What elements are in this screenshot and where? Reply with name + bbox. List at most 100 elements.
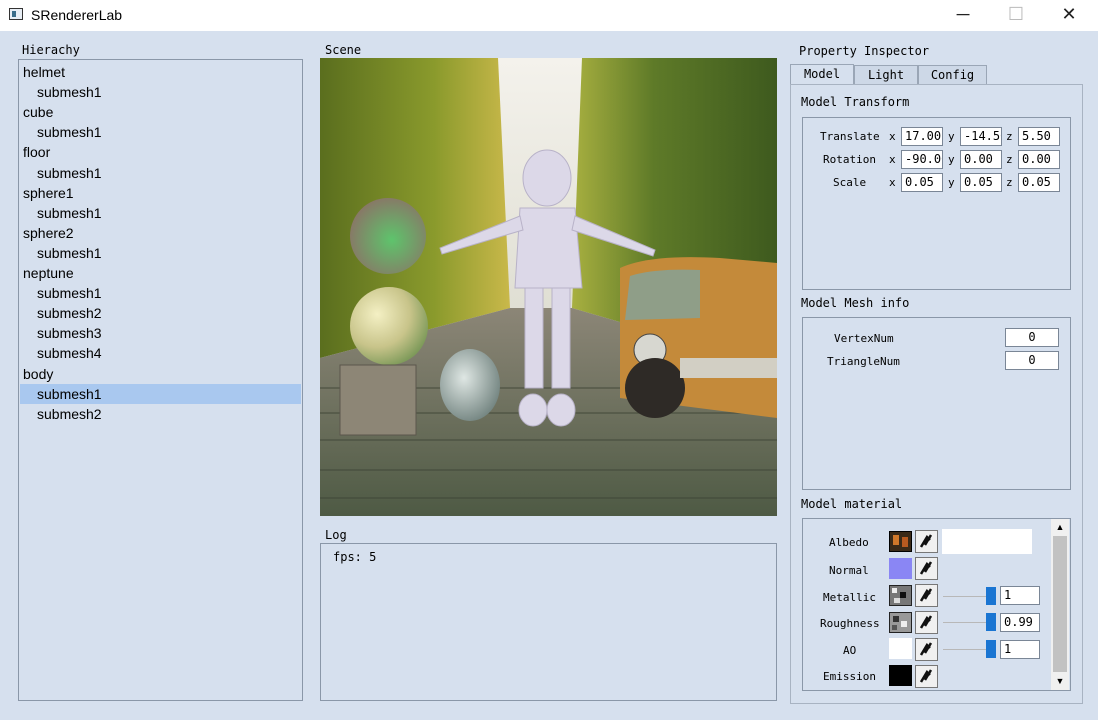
axis-y-label: y bbox=[948, 176, 955, 189]
triangle-num-label: TriangleNum bbox=[827, 355, 900, 368]
hierarchy-title: Hierachy bbox=[22, 43, 80, 57]
tree-item-submesh[interactable]: submesh1 bbox=[20, 203, 301, 223]
axis-y-label: y bbox=[948, 153, 955, 166]
tree-item-model[interactable]: helmet bbox=[20, 62, 301, 82]
tab-config[interactable]: Config bbox=[918, 65, 987, 84]
roughness-load-button[interactable] bbox=[915, 611, 938, 634]
ao-slider-thumb[interactable] bbox=[986, 640, 996, 658]
axis-y-label: y bbox=[948, 130, 955, 143]
log-text: fps: 5 bbox=[333, 550, 377, 564]
axis-x-label: x bbox=[889, 176, 896, 189]
tree-item-model[interactable]: body bbox=[20, 364, 301, 384]
title-bar: SRendererLab ─ ☐ ✕ bbox=[0, 0, 1098, 31]
tree-item-submesh[interactable]: submesh1 bbox=[20, 383, 301, 404]
translate-label: Translate bbox=[820, 130, 880, 143]
ao-load-button[interactable] bbox=[915, 638, 938, 661]
minimize-button[interactable]: ─ bbox=[938, 0, 988, 31]
roughness-label: Roughness bbox=[820, 617, 880, 630]
metallic-texture-icon bbox=[892, 588, 906, 603]
metallic-load-button[interactable] bbox=[915, 584, 938, 607]
normal-load-button[interactable] bbox=[915, 557, 938, 580]
ao-label: AO bbox=[843, 644, 857, 657]
emission-label: Emission bbox=[823, 670, 876, 683]
scroll-thumb[interactable] bbox=[1053, 536, 1067, 672]
tree-item-submesh[interactable]: submesh2 bbox=[20, 404, 301, 424]
vertex-num-label: VertexNum bbox=[834, 332, 894, 345]
albedo-texture-icon bbox=[893, 535, 908, 547]
tree-item-model[interactable]: sphere1 bbox=[20, 183, 301, 203]
albedo-texture-thumb bbox=[889, 531, 912, 552]
triangle-num-field[interactable]: 0 bbox=[1005, 351, 1059, 370]
material-scrollbar[interactable]: ▲ ▼ bbox=[1051, 519, 1069, 690]
ao-texture-thumb bbox=[889, 638, 912, 659]
log-panel[interactable]: fps: 5 bbox=[320, 543, 777, 701]
tree-item-submesh[interactable]: submesh4 bbox=[20, 343, 301, 363]
ao-value-field[interactable]: 1 bbox=[1000, 640, 1040, 659]
scale-y-field[interactable]: 0.05 bbox=[960, 173, 1002, 192]
hierarchy-tree[interactable]: helmet submesh1 cube submesh1 floor submesh1 s… bbox=[18, 59, 303, 701]
roughness-texture-icon bbox=[892, 616, 907, 630]
tree-item-model[interactable]: floor bbox=[20, 142, 301, 162]
scale-x-field[interactable]: 0.05 bbox=[901, 173, 943, 192]
scroll-up-button[interactable]: ▲ bbox=[1051, 519, 1069, 535]
load-texture-icon bbox=[919, 615, 933, 629]
translate-y-field[interactable]: -14.50 bbox=[960, 127, 1002, 146]
albedo-label: Albedo bbox=[829, 536, 869, 549]
axis-x-label: x bbox=[889, 130, 896, 143]
translate-x-field[interactable]: 17.00 bbox=[901, 127, 943, 146]
tree-item-submesh[interactable]: submesh3 bbox=[20, 323, 301, 343]
metallic-slider-thumb[interactable] bbox=[986, 587, 996, 605]
transform-title: Model Transform bbox=[801, 95, 910, 109]
metallic-label: Metallic bbox=[823, 591, 876, 604]
normal-texture-thumb bbox=[889, 558, 912, 579]
window-title: SRendererLab bbox=[31, 7, 123, 23]
albedo-load-button[interactable] bbox=[915, 530, 938, 553]
tree-item-submesh[interactable]: submesh1 bbox=[20, 122, 301, 142]
rotation-x-field[interactable]: -90.00 bbox=[901, 150, 943, 169]
app-icon bbox=[9, 8, 23, 20]
load-texture-icon bbox=[919, 588, 933, 602]
translate-z-field[interactable]: 5.50 bbox=[1018, 127, 1060, 146]
roughness-slider-thumb[interactable] bbox=[985, 613, 996, 631]
rotation-label: Rotation bbox=[823, 153, 876, 166]
metallic-texture-thumb bbox=[889, 585, 912, 606]
metallic-value-field[interactable]: 1 bbox=[1000, 586, 1040, 605]
tree-item-submesh[interactable]: submesh2 bbox=[20, 303, 301, 323]
scene-viewport[interactable] bbox=[320, 58, 777, 516]
roughness-value-field[interactable]: 0.99 bbox=[1000, 613, 1040, 632]
tab-model[interactable]: Model bbox=[790, 64, 854, 85]
axis-z-label: z bbox=[1006, 153, 1013, 166]
scene-title: Scene bbox=[325, 43, 362, 57]
tree-item-model[interactable]: sphere2 bbox=[20, 223, 301, 243]
tab-light[interactable]: Light bbox=[854, 65, 918, 84]
log-title: Log bbox=[325, 528, 347, 542]
tree-item-model[interactable]: cube bbox=[20, 102, 301, 122]
close-button[interactable]: ✕ bbox=[1044, 0, 1094, 31]
tree-item-submesh[interactable]: submesh1 bbox=[20, 82, 301, 102]
tree-item-submesh[interactable]: submesh1 bbox=[20, 163, 301, 183]
vertex-num-field[interactable]: 0 bbox=[1005, 328, 1059, 347]
emission-load-button[interactable] bbox=[915, 665, 938, 688]
axis-x-label: x bbox=[889, 153, 896, 166]
axis-z-label: z bbox=[1006, 130, 1013, 143]
tree-item-submesh[interactable]: submesh1 bbox=[20, 283, 301, 303]
rotation-z-field[interactable]: 0.00 bbox=[1018, 150, 1060, 169]
emission-texture-thumb bbox=[889, 665, 912, 686]
maximize-button[interactable]: ☐ bbox=[991, 0, 1041, 31]
scale-z-field[interactable]: 0.05 bbox=[1018, 173, 1060, 192]
axis-z-label: z bbox=[1006, 176, 1013, 189]
tree-item-submesh[interactable]: submesh1 bbox=[20, 243, 301, 263]
albedo-color-swatch[interactable] bbox=[942, 529, 1032, 554]
scale-label: Scale bbox=[833, 176, 867, 189]
load-texture-icon bbox=[919, 642, 933, 656]
rotation-y-field[interactable]: 0.00 bbox=[960, 150, 1002, 169]
load-texture-icon bbox=[919, 561, 933, 575]
tree-item-model[interactable]: neptune bbox=[20, 263, 301, 283]
scroll-down-button[interactable]: ▼ bbox=[1051, 673, 1069, 689]
scene-render bbox=[320, 58, 777, 516]
material-title: Model material bbox=[801, 497, 903, 511]
load-texture-icon bbox=[919, 534, 933, 548]
mesh-info-title: Model Mesh info bbox=[801, 296, 910, 310]
inspector-title: Property Inspector bbox=[799, 44, 930, 58]
normal-label: Normal bbox=[829, 564, 869, 577]
